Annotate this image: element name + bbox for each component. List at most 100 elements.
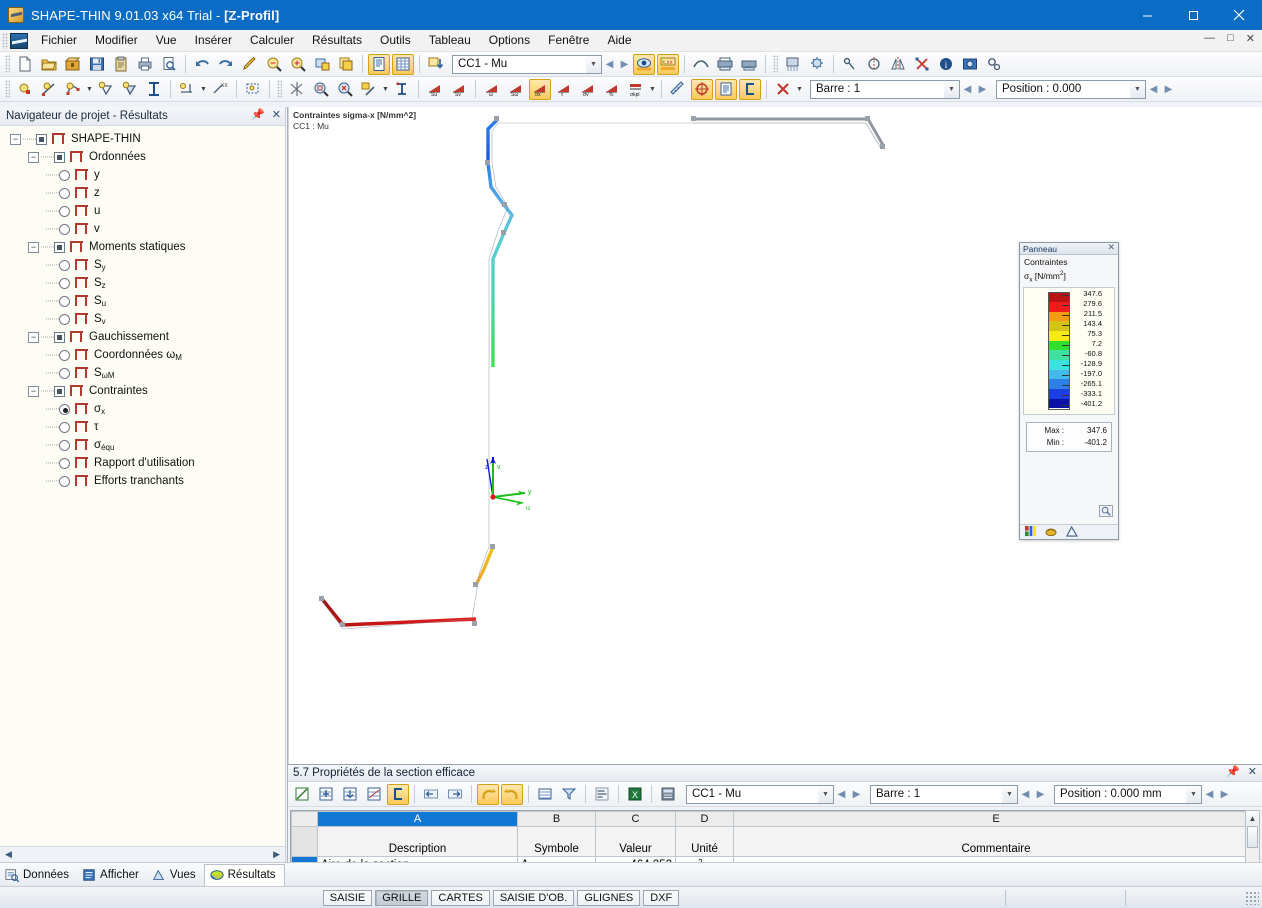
navigator-hscrollbar[interactable]: ◀ ▶ [0, 846, 285, 862]
tree-checkbox[interactable] [54, 151, 65, 163]
table-icon[interactable] [392, 53, 414, 75]
mdi-restore-button[interactable]: □ [1224, 32, 1237, 45]
dock-tab-vues[interactable]: Vues [147, 864, 204, 886]
tree-toggle-icon[interactable]: − [10, 133, 21, 145]
zoom-window-icon[interactable] [311, 54, 333, 75]
tree-item-moments-statiques[interactable]: − Moments statiques [10, 238, 285, 256]
toolbar-grip-4[interactable] [277, 80, 282, 98]
tree-radio[interactable] [59, 367, 70, 379]
chart-icon[interactable] [591, 784, 613, 805]
dimension-dropdown[interactable]: ▼ [199, 79, 208, 100]
zoom-reset-icon[interactable] [334, 79, 356, 100]
print-table-icon[interactable] [738, 54, 760, 75]
status-toggle-dxf[interactable]: DXF [643, 889, 680, 906]
delete-row-icon[interactable] [339, 784, 361, 805]
save-icon[interactable] [86, 54, 108, 75]
sigma-v-icon[interactable]: σv [577, 79, 599, 100]
grid-column-header-E[interactable]: E [733, 811, 1259, 827]
tree-radio[interactable] [59, 169, 70, 181]
delete-results-dropdown[interactable]: ▼ [795, 79, 804, 100]
somega-stress-icon[interactable]: Sω [505, 79, 527, 100]
tree-radio[interactable] [59, 205, 70, 217]
table-prev-bar-button[interactable]: ◀ [1018, 785, 1033, 804]
maximize-button[interactable] [1170, 0, 1216, 30]
clipboard-icon[interactable] [110, 54, 132, 75]
menu-item-inserer[interactable]: Insérer [186, 30, 241, 51]
close-button[interactable] [1216, 0, 1262, 30]
undo-icon[interactable] [477, 783, 499, 805]
mdi-close-button[interactable]: ✕ [1243, 32, 1258, 45]
new-element-icon[interactable] [95, 79, 117, 100]
delete-results-icon[interactable] [772, 79, 794, 100]
scroll-up-button[interactable]: ▲ [1246, 811, 1259, 825]
tree-radio[interactable] [59, 187, 70, 199]
profile-icon[interactable] [391, 79, 413, 100]
chevron-down-icon[interactable]: ▼ [1130, 80, 1145, 98]
load-case-combo[interactable]: CC1 - Mu ▼ [452, 54, 602, 74]
settings-grid-icon[interactable] [782, 54, 804, 75]
close-icon[interactable]: ✕ [272, 108, 281, 121]
status-toggle-saisie[interactable]: SAISIE [322, 889, 373, 906]
open-package-icon[interactable] [62, 54, 84, 75]
sigma-kpl-dropdown[interactable]: ▼ [648, 79, 657, 100]
grid-icon[interactable] [534, 784, 556, 805]
menu-item-options[interactable]: Options [480, 30, 539, 51]
tree-checkbox[interactable] [36, 133, 47, 145]
factors-icon[interactable] [1045, 526, 1057, 539]
table-next-load-case-button[interactable]: ▶ [849, 785, 864, 804]
grid-column-header-D[interactable]: D [675, 811, 734, 827]
mdi-minimize-button[interactable]: — [1201, 32, 1218, 45]
menu-item-tableau[interactable]: Tableau [420, 30, 480, 51]
load-case-icon[interactable] [425, 54, 447, 75]
close-icon[interactable]: ✕ [1107, 242, 1115, 253]
filter-icon[interactable] [558, 784, 580, 805]
select-rect-icon[interactable] [242, 79, 264, 100]
info-icon[interactable]: i [935, 54, 957, 75]
tree-item-[interactable]: σéqu [10, 436, 285, 454]
next-position-button[interactable]: ▶ [1161, 80, 1176, 99]
menu-item-vue[interactable]: Vue [147, 30, 186, 51]
tree-radio[interactable] [59, 277, 70, 289]
minimize-button[interactable] [1124, 0, 1170, 30]
sv-stress-icon[interactable]: Sv [448, 79, 470, 100]
menu-item-aide[interactable]: Aide [598, 30, 640, 51]
tree-item-ordonn-es[interactable]: − Ordonnées [10, 148, 285, 166]
edit-pencil-icon[interactable] [239, 54, 261, 75]
dimension-icon[interactable] [176, 79, 198, 100]
tau-icon[interactable]: τ [553, 79, 575, 100]
table-position-combo[interactable]: Position : 0.000 mm ▼ [1054, 784, 1202, 804]
tree-item-s[interactable]: Sy [10, 256, 285, 274]
bar-combo[interactable]: Barre : 1 ▼ [810, 79, 960, 99]
redo-icon[interactable] [501, 783, 523, 805]
excel-export-icon[interactable]: X [624, 784, 646, 805]
mesh-icon[interactable] [286, 79, 308, 100]
tree-item-z[interactable]: z [10, 184, 285, 202]
deformation-icon[interactable] [690, 54, 712, 75]
fill-mode-icon[interactable] [358, 79, 380, 100]
status-toggle-glignes[interactable]: GLIGNES [577, 889, 641, 906]
new-section-icon[interactable] [143, 79, 165, 100]
tree-item-v[interactable]: v [10, 220, 285, 238]
prev-col-icon[interactable] [420, 784, 442, 805]
photo-icon[interactable] [959, 54, 981, 75]
tree-item-contraintes[interactable]: − Contraintes [10, 382, 285, 400]
zoom-out-icon[interactable] [263, 54, 285, 75]
section-shape-icon[interactable] [739, 78, 761, 100]
node-snap-icon[interactable] [839, 54, 861, 75]
printout-report-icon[interactable] [291, 784, 313, 805]
scale-icon[interactable] [1066, 525, 1079, 539]
table-next-position-button[interactable]: ▶ [1217, 785, 1232, 804]
graphics-view[interactable]: Contraintes sigma-x [N/mm^2] CC1 : Mu Ma… [287, 107, 1262, 862]
section-view-icon[interactable] [387, 783, 409, 805]
symmetry-icon[interactable] [863, 54, 885, 75]
tree-radio[interactable] [59, 223, 70, 235]
edit-table-icon[interactable] [363, 784, 385, 805]
table-prev-load-case-button[interactable]: ◀ [834, 785, 849, 804]
grid-column-header-B[interactable]: B [517, 811, 596, 827]
tree-toggle-icon[interactable]: − [28, 385, 39, 397]
table-bar-combo[interactable]: Barre : 1 ▼ [870, 784, 1018, 804]
print-preview-icon[interactable] [158, 54, 180, 75]
status-toggle-grille[interactable]: GRILLE [375, 889, 429, 906]
tree-checkbox[interactable] [54, 385, 65, 397]
tree-checkbox[interactable] [54, 331, 65, 343]
